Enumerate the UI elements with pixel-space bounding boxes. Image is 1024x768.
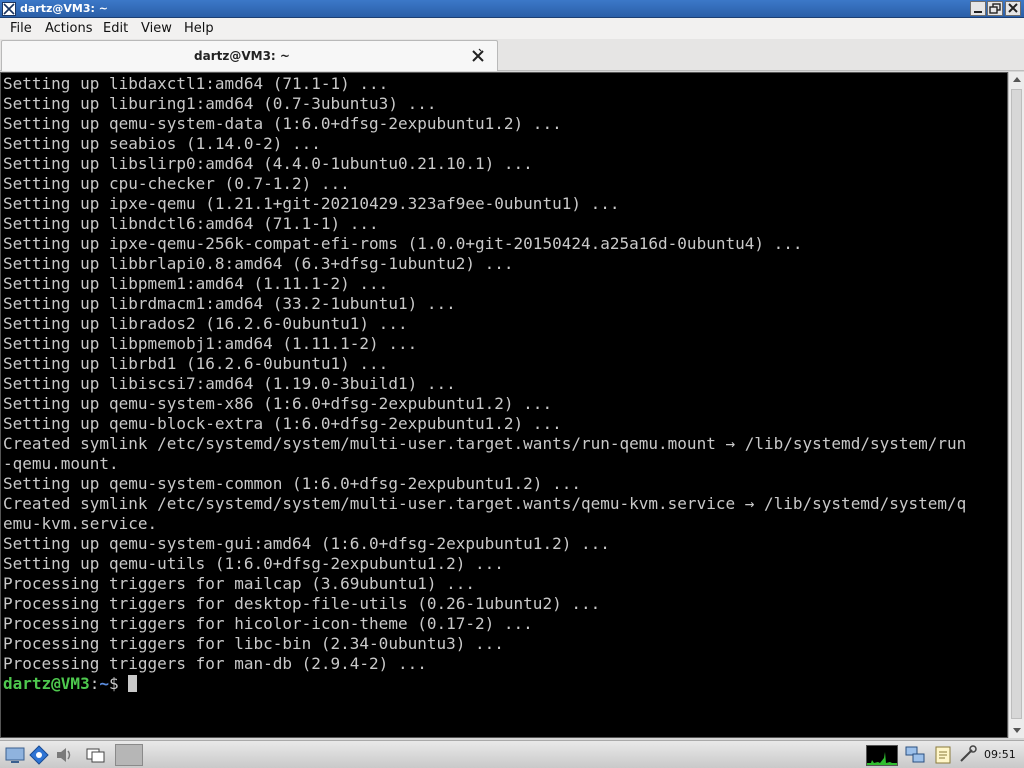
terminal-app-icon: [2, 2, 16, 16]
menu-file[interactable]: File: [10, 21, 32, 36]
arrow-down-icon: [1013, 728, 1021, 733]
terminal-line: Processing triggers for hicolor-icon-the…: [3, 614, 533, 633]
tab-close-button[interactable]: [470, 48, 486, 64]
tab-terminal[interactable]: dartz@VM3: ~: [1, 40, 498, 71]
show-desktop-button[interactable]: [4, 744, 26, 766]
network-tray[interactable]: [904, 744, 926, 766]
prompt-user-host: dartz@VM3: [3, 674, 90, 693]
terminal-line: Setting up libdaxctl1:amd64 (71.1-1) ...: [3, 74, 389, 93]
audio-tray[interactable]: [957, 744, 979, 766]
terminal-line: Setting up liburing1:amd64 (0.7-3ubuntu3…: [3, 94, 437, 113]
terminal-line: Setting up qemu-system-common (1:6.0+dfs…: [3, 474, 581, 493]
close-icon: [1008, 3, 1018, 13]
prompt-symbol: $: [108, 674, 129, 693]
terminal-line: -qemu.mount.: [3, 454, 119, 473]
scroll-up-button[interactable]: [1009, 72, 1024, 88]
terminal-line: Setting up qemu-block-extra (1:6.0+dfsg-…: [3, 414, 562, 433]
terminal-scrollbar[interactable]: [1008, 72, 1024, 738]
restore-icon: [989, 3, 1001, 14]
menu-edit[interactable]: Edit: [103, 21, 128, 36]
terminal-line: Setting up seabios (1.14.0-2) ...: [3, 134, 321, 153]
menu-help[interactable]: Help: [184, 21, 214, 36]
notes-tray[interactable]: [932, 744, 954, 766]
browser-launcher[interactable]: [28, 744, 50, 766]
workspace-switcher[interactable]: [85, 744, 107, 766]
terminal-line: Processing triggers for libc-bin (2.34-0…: [3, 634, 504, 653]
terminal-line: Processing triggers for man-db (2.9.4-2)…: [3, 654, 427, 673]
tab-bar: dartz@VM3: ~: [0, 39, 1024, 71]
terminal-line: Setting up librdmacm1:amd64 (33.2-1ubunt…: [3, 294, 456, 313]
cpu-monitor: [866, 745, 898, 766]
scroll-thumb[interactable]: [1011, 89, 1022, 719]
terminal-line: Setting up ipxe-qemu (1.21.1+git-2021042…: [3, 194, 620, 213]
terminal-line: Created symlink /etc/systemd/system/mult…: [3, 434, 967, 453]
terminal-line: Setting up libslirp0:amd64 (4.4.0-1ubunt…: [3, 154, 533, 173]
terminal-line: Created symlink /etc/systemd/system/mult…: [3, 494, 967, 513]
volume-launcher[interactable]: [53, 744, 75, 766]
terminal-line: Setting up librbd1 (16.2.6-0ubuntu1) ...: [3, 354, 389, 373]
terminal-prompt[interactable]: dartz@VM3:~$: [3, 674, 1007, 694]
terminal-lines: Setting up libdaxctl1:amd64 (71.1-1) ...…: [3, 74, 1007, 694]
workspace-icon: [86, 748, 105, 763]
terminal-line: emu-kvm.service.: [3, 514, 158, 533]
cpu-monitor-icon: [867, 752, 897, 765]
terminal-line: Setting up librados2 (16.2.6-0ubuntu1) .…: [3, 314, 408, 333]
arrow-up-icon: [1013, 77, 1021, 82]
minimize-button[interactable]: [970, 1, 986, 16]
taskbar-task-terminal[interactable]: [115, 744, 143, 766]
notes-icon: [935, 746, 951, 764]
tab-label: dartz@VM3: ~: [194, 49, 290, 63]
terminal-line: Setting up libndctl6:amd64 (71.1-1) ...: [3, 214, 379, 233]
menu-bar: File Actions Edit View Help: [0, 18, 1024, 39]
network-icon: [905, 746, 925, 763]
volume-tray-icon: [960, 745, 977, 762]
terminal-line: Setting up libiscsi7:amd64 (1.19.0-3buil…: [3, 374, 456, 393]
prompt-path: ~: [99, 674, 109, 693]
prompt-colon: :: [89, 674, 100, 693]
menu-view[interactable]: View: [141, 21, 172, 36]
terminal-line: Setting up qemu-system-data (1:6.0+dfsg-…: [3, 114, 562, 133]
window-titlebar[interactable]: dartz@VM3: ~: [0, 0, 1024, 18]
restore-button[interactable]: [987, 1, 1003, 16]
terminal-line: Setting up libpmem1:amd64 (1.11.1-2) ...: [3, 274, 389, 293]
terminal-line: Setting up libbrlapi0.8:amd64 (6.3+dfsg-…: [3, 254, 514, 273]
terminal-line: Setting up cpu-checker (0.7-1.2) ...: [3, 174, 350, 193]
close-icon: [472, 48, 484, 62]
window-title: dartz@VM3: ~: [20, 2, 108, 15]
terminal-line: Setting up qemu-system-gui:amd64 (1:6.0+…: [3, 534, 610, 553]
clock[interactable]: 09:51: [984, 748, 1016, 761]
text-cursor: [128, 675, 138, 692]
minimize-icon: [974, 11, 982, 13]
terminal-line: Processing triggers for desktop-file-uti…: [3, 594, 601, 613]
terminal-output[interactable]: Setting up libdaxctl1:amd64 (71.1-1) ...…: [0, 72, 1008, 738]
browser-icon: [29, 745, 49, 765]
terminal-line: Setting up qemu-system-x86 (1:6.0+dfsg-2…: [3, 394, 553, 413]
terminal-line: Setting up libpmemobj1:amd64 (1.11.1-2) …: [3, 334, 418, 353]
taskbar: 09:51: [0, 740, 1024, 768]
show-desktop-icon: [5, 747, 25, 763]
volume-icon: [57, 748, 71, 762]
close-window-button[interactable]: [1005, 1, 1021, 16]
terminal-line: Setting up qemu-utils (1:6.0+dfsg-2expub…: [3, 554, 504, 573]
terminal-line: Processing triggers for mailcap (3.69ubu…: [3, 574, 476, 593]
scroll-down-button[interactable]: [1009, 722, 1024, 738]
terminal-line: Setting up ipxe-qemu-256k-compat-efi-rom…: [3, 234, 803, 253]
menu-actions[interactable]: Actions: [45, 21, 93, 36]
